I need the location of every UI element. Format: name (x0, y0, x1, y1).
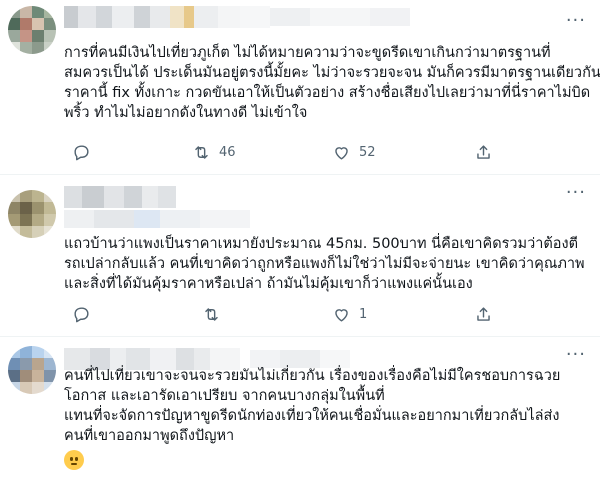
more-icon[interactable]: ··· (566, 184, 586, 202)
blurred-display-name[interactable] (64, 6, 270, 28)
tweet-2[interactable]: ··· แถวบ้านว่าแพงเป็นราคาเหมายังประมาณ 4… (0, 174, 600, 337)
tweet-3[interactable]: ··· คนที่ไปเที่ยวเขาจะจนจะรวยมันไม่เกี่ย… (0, 336, 600, 496)
share-icon (477, 307, 490, 321)
tweet-line: พริ้ว ทำไมไม่อยากดังในทางดี ไม่เข้าใจ (64, 105, 308, 121)
retweet-icon (195, 146, 208, 159)
more-icon[interactable]: ··· (566, 12, 586, 30)
tweet-line: โอกาส และเอารัดเอาเปรียบ จากคนบางกลุ่มใน… (64, 388, 385, 404)
tweet-text: แถวบ้านว่าแพงเป็นราคาเหมายังประมาณ 45กม.… (64, 234, 585, 294)
like-icon (335, 309, 348, 322)
blurred-handle (64, 210, 250, 228)
more-icon[interactable]: ··· (566, 346, 586, 364)
retweet-button[interactable]: 46 (192, 143, 236, 162)
like-button[interactable]: 1 (332, 305, 367, 324)
like-count: 52 (359, 145, 376, 160)
like-icon (335, 147, 348, 160)
tweet-line: และสิ่งที่ได้มันคุ้มราคาหรือเปล่า ถ้ามัน… (64, 276, 473, 292)
tweet-line: แทนที่จะจัดการปัญหาขูดรีดนักท่องเที่ยวให… (64, 408, 560, 424)
tweet-actions: 46 52 (64, 143, 504, 165)
reply-icon (74, 145, 89, 161)
avatar[interactable] (8, 190, 56, 238)
tweet-1[interactable]: ··· การที่คนมีเงินไปเที่ยวภูเก็ต ไม่ได้ห… (0, 0, 600, 175)
reply-icon (74, 307, 89, 323)
blurred-display-name[interactable] (64, 186, 176, 208)
blurred-handle (270, 8, 410, 26)
retweet-icon (205, 308, 218, 321)
confused-emoji (64, 450, 84, 470)
like-button[interactable]: 52 (332, 143, 376, 162)
retweet-count: 46 (219, 145, 236, 160)
like-count: 1 (359, 307, 368, 322)
tweet-line: การที่คนมีเงินไปเที่ยวภูเก็ต ไม่ได้หมายค… (64, 45, 551, 61)
tweet-text: การที่คนมีเงินไปเที่ยวภูเก็ต ไม่ได้หมายค… (64, 43, 600, 123)
tweet-actions: 1 (64, 305, 504, 327)
reply-button[interactable] (72, 143, 99, 162)
tweet-text: คนที่ไปเที่ยวเขาจะจนจะรวยมันไม่เกี่ยวกัน… (64, 366, 584, 470)
tweet-line: รถเปล่ากลับแล้ว คนที่เขาคิดว่าถูกหรือแพง… (64, 256, 585, 272)
avatar[interactable] (8, 346, 56, 394)
share-button[interactable] (474, 305, 493, 324)
tweet-line: ราคานี้ fix ทั้งเกาะ กวดขันเอาให้เป็นตัว… (64, 85, 591, 101)
avatar[interactable] (8, 6, 56, 54)
tweet-line: คนที่เขาออกมาพูดถึงปัญหา (64, 428, 235, 444)
share-button[interactable] (474, 143, 493, 162)
tweet-line: คนที่ไปเที่ยวเขาจะจนจะรวยมันไม่เกี่ยวกัน… (64, 368, 561, 384)
retweet-button[interactable] (202, 305, 229, 324)
tweet-line: แถวบ้านว่าแพงเป็นราคาเหมายังประมาณ 45กม.… (64, 236, 579, 252)
tweet-line: สมควรเป็นได้ ประเด็นมันอยู่ตรงนี้มั้ยคะ … (64, 65, 600, 81)
reply-button[interactable] (72, 305, 99, 324)
share-icon (477, 145, 490, 159)
